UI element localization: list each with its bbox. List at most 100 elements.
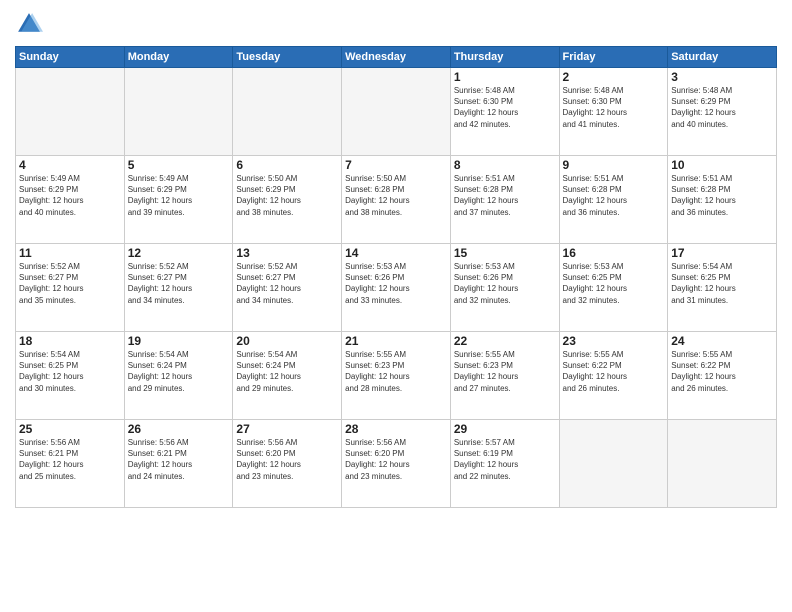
day-number: 12 xyxy=(128,246,230,260)
day-info: Sunrise: 5:48 AM Sunset: 6:29 PM Dayligh… xyxy=(671,85,773,130)
col-header-saturday: Saturday xyxy=(668,47,777,68)
day-info: Sunrise: 5:52 AM Sunset: 6:27 PM Dayligh… xyxy=(19,261,121,306)
col-header-friday: Friday xyxy=(559,47,668,68)
calendar-cell: 26Sunrise: 5:56 AM Sunset: 6:21 PM Dayli… xyxy=(124,420,233,508)
calendar-cell: 11Sunrise: 5:52 AM Sunset: 6:27 PM Dayli… xyxy=(16,244,125,332)
calendar-cell: 7Sunrise: 5:50 AM Sunset: 6:28 PM Daylig… xyxy=(342,156,451,244)
day-number: 22 xyxy=(454,334,556,348)
calendar-cell: 10Sunrise: 5:51 AM Sunset: 6:28 PM Dayli… xyxy=(668,156,777,244)
day-number: 27 xyxy=(236,422,338,436)
calendar-cell: 18Sunrise: 5:54 AM Sunset: 6:25 PM Dayli… xyxy=(16,332,125,420)
week-row-1: 1Sunrise: 5:48 AM Sunset: 6:30 PM Daylig… xyxy=(16,68,777,156)
day-number: 9 xyxy=(563,158,665,172)
week-row-5: 25Sunrise: 5:56 AM Sunset: 6:21 PM Dayli… xyxy=(16,420,777,508)
day-info: Sunrise: 5:55 AM Sunset: 6:23 PM Dayligh… xyxy=(345,349,447,394)
day-info: Sunrise: 5:53 AM Sunset: 6:26 PM Dayligh… xyxy=(345,261,447,306)
day-number: 21 xyxy=(345,334,447,348)
day-number: 6 xyxy=(236,158,338,172)
day-number: 20 xyxy=(236,334,338,348)
day-number: 5 xyxy=(128,158,230,172)
calendar-cell: 16Sunrise: 5:53 AM Sunset: 6:25 PM Dayli… xyxy=(559,244,668,332)
col-header-monday: Monday xyxy=(124,47,233,68)
day-info: Sunrise: 5:52 AM Sunset: 6:27 PM Dayligh… xyxy=(236,261,338,306)
day-info: Sunrise: 5:55 AM Sunset: 6:23 PM Dayligh… xyxy=(454,349,556,394)
calendar-cell: 9Sunrise: 5:51 AM Sunset: 6:28 PM Daylig… xyxy=(559,156,668,244)
day-number: 14 xyxy=(345,246,447,260)
week-row-4: 18Sunrise: 5:54 AM Sunset: 6:25 PM Dayli… xyxy=(16,332,777,420)
day-info: Sunrise: 5:55 AM Sunset: 6:22 PM Dayligh… xyxy=(671,349,773,394)
day-info: Sunrise: 5:50 AM Sunset: 6:28 PM Dayligh… xyxy=(345,173,447,218)
calendar-cell: 24Sunrise: 5:55 AM Sunset: 6:22 PM Dayli… xyxy=(668,332,777,420)
day-number: 24 xyxy=(671,334,773,348)
calendar-cell: 20Sunrise: 5:54 AM Sunset: 6:24 PM Dayli… xyxy=(233,332,342,420)
day-info: Sunrise: 5:57 AM Sunset: 6:19 PM Dayligh… xyxy=(454,437,556,482)
week-row-3: 11Sunrise: 5:52 AM Sunset: 6:27 PM Dayli… xyxy=(16,244,777,332)
calendar-cell: 12Sunrise: 5:52 AM Sunset: 6:27 PM Dayli… xyxy=(124,244,233,332)
calendar-cell: 6Sunrise: 5:50 AM Sunset: 6:29 PM Daylig… xyxy=(233,156,342,244)
calendar-cell: 3Sunrise: 5:48 AM Sunset: 6:29 PM Daylig… xyxy=(668,68,777,156)
calendar-cell: 1Sunrise: 5:48 AM Sunset: 6:30 PM Daylig… xyxy=(450,68,559,156)
header-row: SundayMondayTuesdayWednesdayThursdayFrid… xyxy=(16,47,777,68)
day-info: Sunrise: 5:51 AM Sunset: 6:28 PM Dayligh… xyxy=(454,173,556,218)
day-number: 4 xyxy=(19,158,121,172)
day-info: Sunrise: 5:51 AM Sunset: 6:28 PM Dayligh… xyxy=(563,173,665,218)
day-info: Sunrise: 5:51 AM Sunset: 6:28 PM Dayligh… xyxy=(671,173,773,218)
calendar-cell: 28Sunrise: 5:56 AM Sunset: 6:20 PM Dayli… xyxy=(342,420,451,508)
calendar-cell: 19Sunrise: 5:54 AM Sunset: 6:24 PM Dayli… xyxy=(124,332,233,420)
calendar-cell: 17Sunrise: 5:54 AM Sunset: 6:25 PM Dayli… xyxy=(668,244,777,332)
calendar-cell: 25Sunrise: 5:56 AM Sunset: 6:21 PM Dayli… xyxy=(16,420,125,508)
logo xyxy=(15,10,47,38)
calendar-cell: 8Sunrise: 5:51 AM Sunset: 6:28 PM Daylig… xyxy=(450,156,559,244)
day-number: 25 xyxy=(19,422,121,436)
page: SundayMondayTuesdayWednesdayThursdayFrid… xyxy=(0,0,792,612)
calendar-cell: 21Sunrise: 5:55 AM Sunset: 6:23 PM Dayli… xyxy=(342,332,451,420)
calendar-cell: 15Sunrise: 5:53 AM Sunset: 6:26 PM Dayli… xyxy=(450,244,559,332)
calendar-cell: 22Sunrise: 5:55 AM Sunset: 6:23 PM Dayli… xyxy=(450,332,559,420)
day-number: 19 xyxy=(128,334,230,348)
calendar-cell xyxy=(16,68,125,156)
calendar-cell: 13Sunrise: 5:52 AM Sunset: 6:27 PM Dayli… xyxy=(233,244,342,332)
calendar-cell: 2Sunrise: 5:48 AM Sunset: 6:30 PM Daylig… xyxy=(559,68,668,156)
day-info: Sunrise: 5:48 AM Sunset: 6:30 PM Dayligh… xyxy=(563,85,665,130)
day-number: 29 xyxy=(454,422,556,436)
col-header-tuesday: Tuesday xyxy=(233,47,342,68)
col-header-wednesday: Wednesday xyxy=(342,47,451,68)
calendar-cell xyxy=(559,420,668,508)
day-info: Sunrise: 5:56 AM Sunset: 6:21 PM Dayligh… xyxy=(19,437,121,482)
day-info: Sunrise: 5:54 AM Sunset: 6:24 PM Dayligh… xyxy=(128,349,230,394)
calendar-cell: 27Sunrise: 5:56 AM Sunset: 6:20 PM Dayli… xyxy=(233,420,342,508)
day-info: Sunrise: 5:54 AM Sunset: 6:25 PM Dayligh… xyxy=(671,261,773,306)
logo-icon xyxy=(15,10,43,38)
calendar-cell xyxy=(233,68,342,156)
day-info: Sunrise: 5:50 AM Sunset: 6:29 PM Dayligh… xyxy=(236,173,338,218)
calendar-table: SundayMondayTuesdayWednesdayThursdayFrid… xyxy=(15,46,777,508)
day-number: 17 xyxy=(671,246,773,260)
day-info: Sunrise: 5:49 AM Sunset: 6:29 PM Dayligh… xyxy=(128,173,230,218)
calendar-cell xyxy=(342,68,451,156)
day-number: 3 xyxy=(671,70,773,84)
day-info: Sunrise: 5:55 AM Sunset: 6:22 PM Dayligh… xyxy=(563,349,665,394)
day-info: Sunrise: 5:53 AM Sunset: 6:26 PM Dayligh… xyxy=(454,261,556,306)
day-number: 13 xyxy=(236,246,338,260)
day-info: Sunrise: 5:54 AM Sunset: 6:25 PM Dayligh… xyxy=(19,349,121,394)
calendar-cell xyxy=(124,68,233,156)
calendar-cell xyxy=(668,420,777,508)
day-number: 2 xyxy=(563,70,665,84)
col-header-sunday: Sunday xyxy=(16,47,125,68)
day-number: 10 xyxy=(671,158,773,172)
day-number: 1 xyxy=(454,70,556,84)
day-number: 18 xyxy=(19,334,121,348)
day-info: Sunrise: 5:56 AM Sunset: 6:21 PM Dayligh… xyxy=(128,437,230,482)
day-info: Sunrise: 5:53 AM Sunset: 6:25 PM Dayligh… xyxy=(563,261,665,306)
header xyxy=(15,10,777,38)
calendar-cell: 23Sunrise: 5:55 AM Sunset: 6:22 PM Dayli… xyxy=(559,332,668,420)
day-info: Sunrise: 5:48 AM Sunset: 6:30 PM Dayligh… xyxy=(454,85,556,130)
day-number: 7 xyxy=(345,158,447,172)
day-number: 26 xyxy=(128,422,230,436)
day-number: 23 xyxy=(563,334,665,348)
week-row-2: 4 Sunrise: 5:49 AM Sunset: 6:29 PM Daylig… xyxy=(16,156,777,244)
calendar-cell: 5Sunrise: 5:49 AM Sunset: 6:29 PM Daylig… xyxy=(124,156,233,244)
day-info: Sunrise: 5:54 AM Sunset: 6:24 PM Dayligh… xyxy=(236,349,338,394)
calendar-cell: 29Sunrise: 5:57 AM Sunset: 6:19 PM Dayli… xyxy=(450,420,559,508)
day-number: 16 xyxy=(563,246,665,260)
